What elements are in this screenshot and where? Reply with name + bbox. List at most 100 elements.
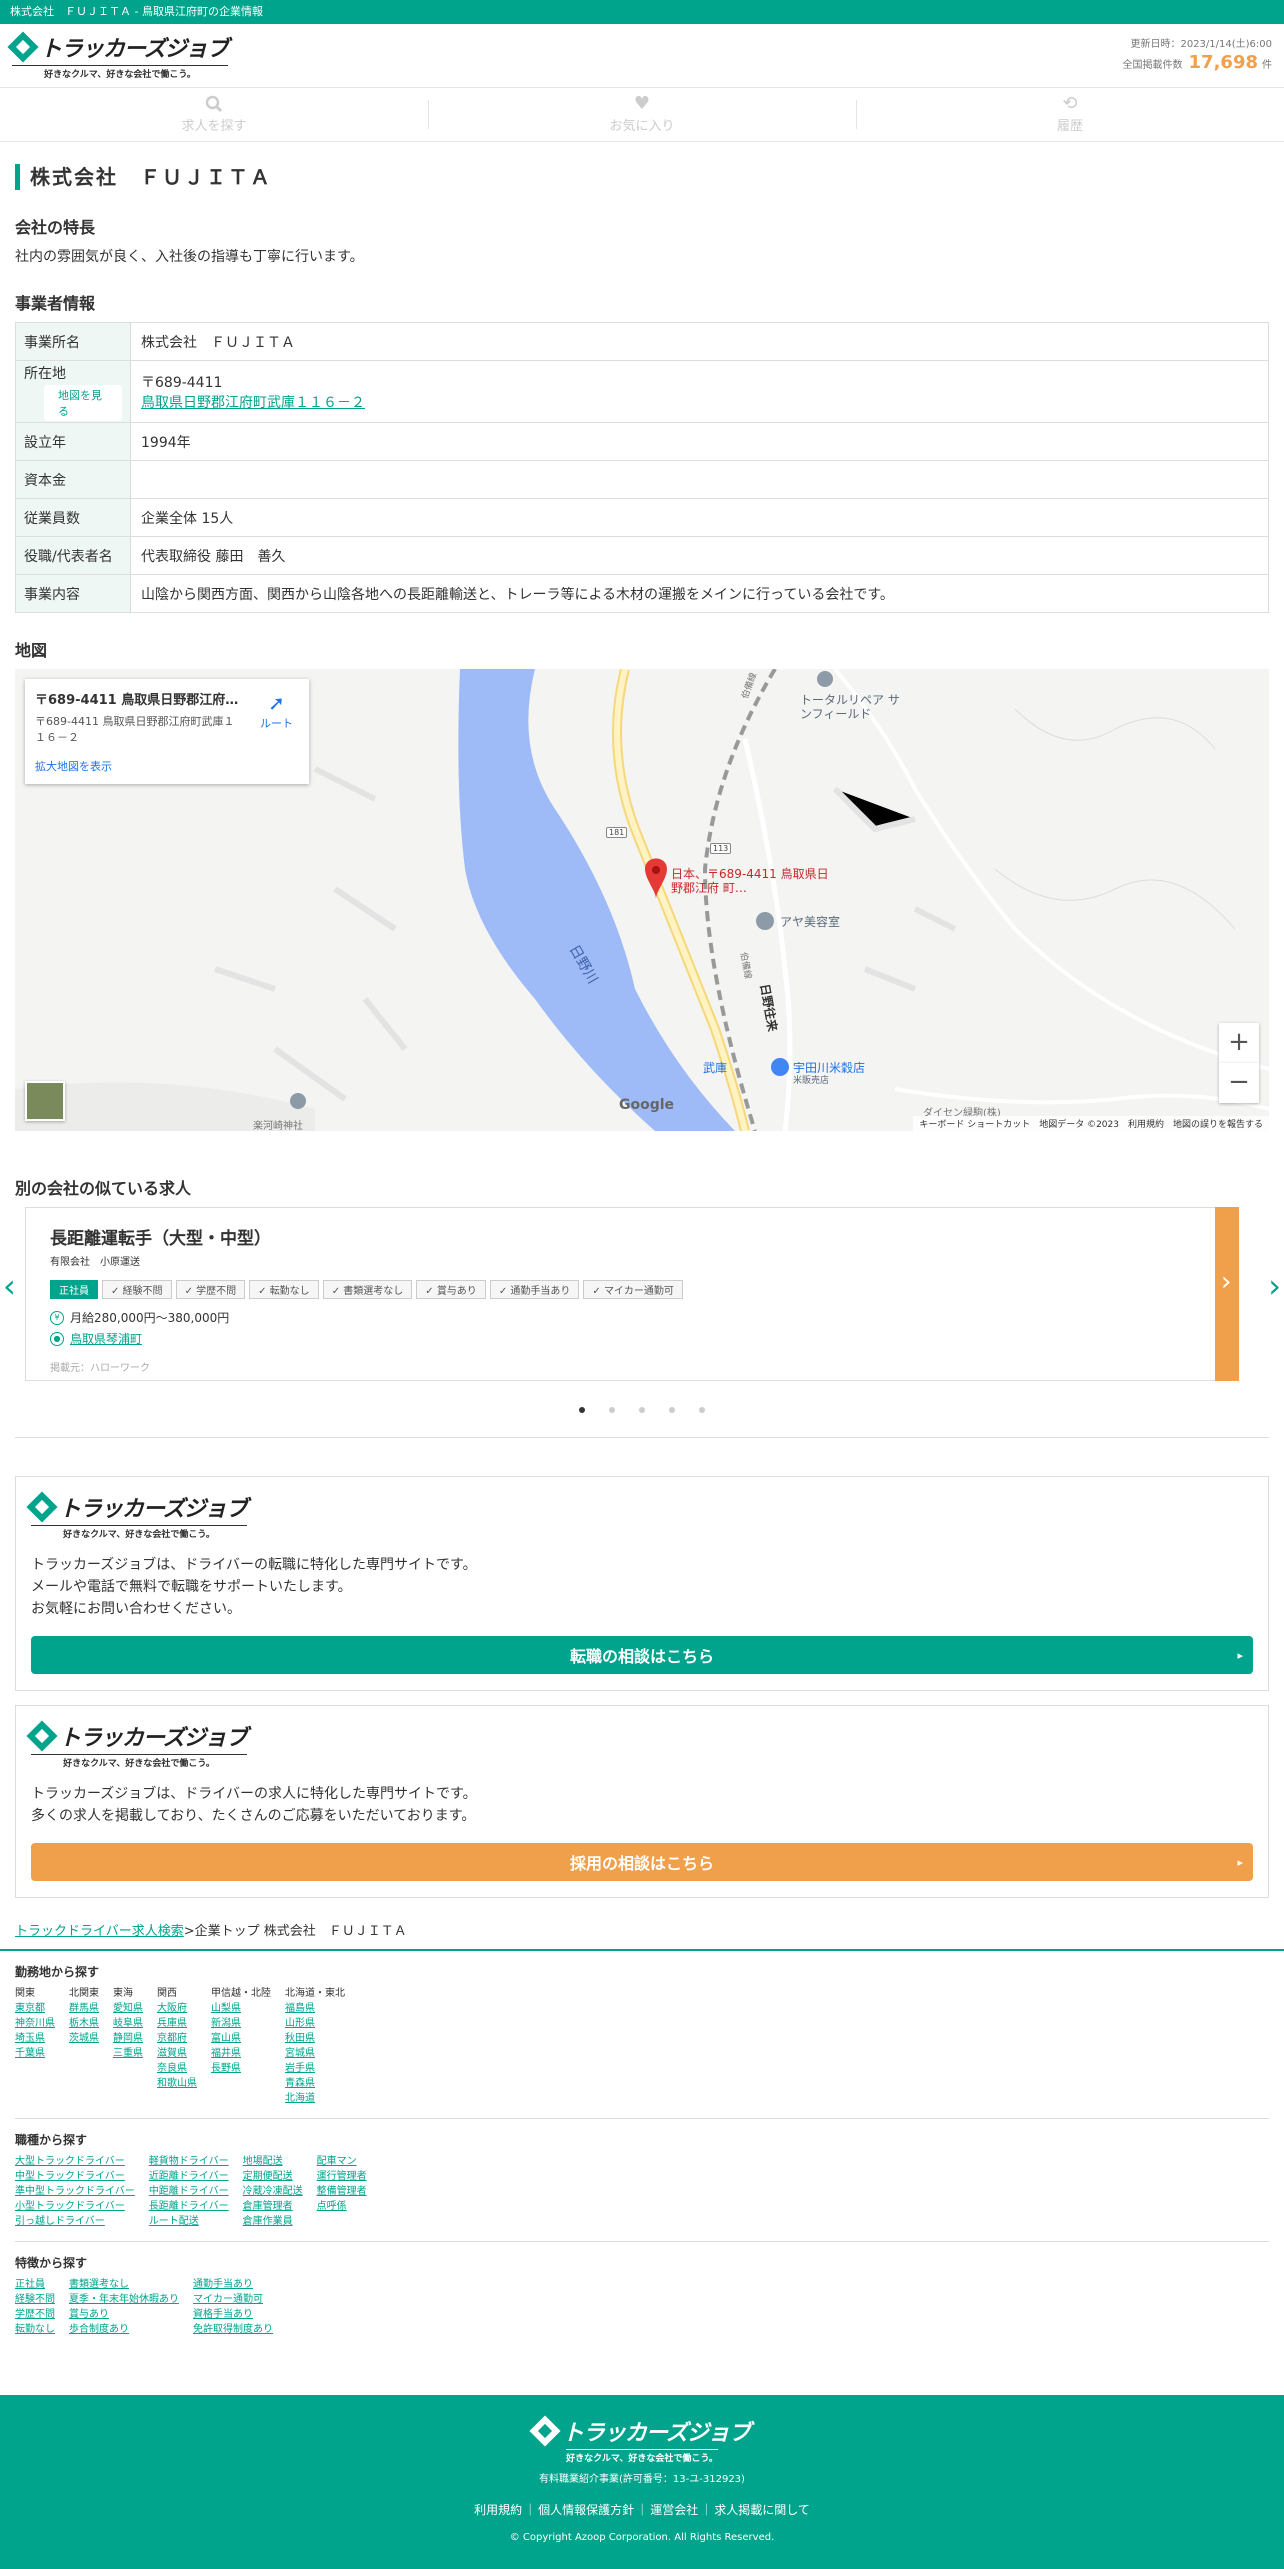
carousel-dot[interactable] (699, 1407, 705, 1413)
breadcrumb-home-link[interactable]: トラックドライバー求人検索 (15, 1924, 184, 1939)
search-link[interactable]: 奈良県 (157, 2061, 197, 2076)
card-next-button[interactable] (1215, 1207, 1239, 1381)
search-link[interactable]: 山梨県 (211, 2001, 271, 2016)
search-link[interactable]: 小型トラックドライバー (15, 2199, 135, 2214)
enlarge-map-link[interactable]: 拡大地図を表示 (35, 758, 299, 774)
search-link[interactable]: 運行管理者 (317, 2169, 367, 2184)
zoom-in-button[interactable]: + (1219, 1023, 1259, 1063)
row-label-address: 所在地 地図を見る (15, 360, 131, 423)
site-logo[interactable]: トラッカーズジョブ 好きなクルマ、好きな会社で働こう。 (7, 31, 229, 80)
search-link[interactable]: 秋田県 (285, 2031, 345, 2046)
search-link[interactable]: 山形県 (285, 2016, 345, 2031)
search-link[interactable]: 岩手県 (285, 2061, 345, 2076)
carousel-dot[interactable] (639, 1407, 645, 1413)
search-link[interactable]: 経験不問 (15, 2292, 55, 2307)
search-link[interactable]: 学歴不問 (15, 2307, 55, 2322)
footer-link-privacy[interactable]: 個人情報保護方針 (522, 2503, 634, 2517)
search-link[interactable]: 資格手当あり (193, 2307, 273, 2322)
search-link[interactable]: 軽貨物ドライバー (149, 2154, 229, 2169)
tab-history[interactable]: ⟲ 履歴 (856, 88, 1284, 141)
search-link[interactable]: 点呼係 (317, 2199, 367, 2214)
logo-tagline: 好きなクルマ、好きな会社で働こう。 (12, 65, 228, 80)
search-link[interactable]: 兵庫県 (157, 2016, 197, 2031)
search-link[interactable]: 地場配送 (243, 2154, 303, 2169)
search-link[interactable]: 転勤なし (15, 2322, 55, 2337)
search-link[interactable]: 中型トラックドライバー (15, 2169, 135, 2184)
search-link[interactable]: 富山県 (211, 2031, 271, 2046)
search-link[interactable]: 茨城県 (69, 2031, 99, 2046)
carousel-dot[interactable] (669, 1407, 675, 1413)
search-link[interactable]: 福井県 (211, 2046, 271, 2061)
top-bar: 株式会社 ＦＵＪＩＴＡ - 鳥取県江府町の企業情報 (0, 0, 1284, 24)
search-link[interactable]: 配車マン (317, 2154, 367, 2169)
search-link[interactable]: 福島県 (285, 2001, 345, 2016)
google-map[interactable]: 日本、〒689-4411 鳥取県日野郡江府 町… トータルリペア サンフィールド… (15, 669, 1269, 1131)
search-link[interactable]: 栃木県 (69, 2016, 99, 2031)
carousel-dot[interactable] (579, 1407, 585, 1413)
carousel-next-arrow-icon[interactable]: › (1268, 1267, 1281, 1305)
search-link[interactable]: 神奈川県 (15, 2016, 55, 2031)
footer-link-company[interactable]: 運営会社 (634, 2503, 698, 2517)
search-link[interactable]: マイカー通勤可 (193, 2292, 273, 2307)
satellite-toggle[interactable] (25, 1081, 65, 1121)
search-link[interactable]: 倉庫作業員 (243, 2214, 303, 2229)
zoom-out-button[interactable]: − (1219, 1063, 1259, 1103)
carousel-dot[interactable] (609, 1407, 615, 1413)
search-link[interactable]: 岐阜県 (113, 2016, 143, 2031)
career-consult-button[interactable]: 転職の相談はこちら (31, 1636, 1253, 1674)
tab-favorites[interactable]: ♥ お気に入り (428, 88, 856, 141)
footer-logo[interactable]: トラッカーズジョブ 好きなクルマ、好きな会社で働こう。 (529, 2415, 751, 2464)
search-link[interactable]: 青森県 (285, 2076, 345, 2091)
route-button[interactable]: ➚ ルート (260, 691, 293, 731)
search-link[interactable]: 近距離ドライバー (149, 2169, 229, 2184)
search-link[interactable]: 滋賀県 (157, 2046, 197, 2061)
search-link[interactable]: 愛知県 (113, 2001, 143, 2016)
search-link[interactable]: 北海道 (285, 2091, 345, 2106)
search-link[interactable]: 準中型トラックドライバー (15, 2184, 135, 2199)
hiring-consult-button[interactable]: 採用の相談はこちら (31, 1843, 1253, 1881)
search-link[interactable]: 埼玉県 (15, 2031, 55, 2046)
search-link[interactable]: 整備管理者 (317, 2184, 367, 2199)
search-link[interactable]: 宮城県 (285, 2046, 345, 2061)
search-link[interactable]: 長野県 (211, 2061, 271, 2076)
map-attribution[interactable]: キーボード ショートカット 地図データ ©2023 利用規約 地図の誤りを報告す… (913, 1116, 1269, 1131)
search-link[interactable]: 新潟県 (211, 2016, 271, 2031)
search-link[interactable]: 通勤手当あり (193, 2277, 273, 2292)
employees: 企業全体 15人 (130, 498, 1269, 537)
search-link[interactable]: 群馬県 (69, 2001, 99, 2016)
search-link[interactable]: 三重県 (113, 2046, 143, 2061)
search-link[interactable]: 歩合制度あり (69, 2322, 179, 2337)
search-link[interactable]: 静岡県 (113, 2031, 143, 2046)
search-link[interactable]: 中距離ドライバー (149, 2184, 229, 2199)
search-link[interactable]: 引っ越しドライバー (15, 2214, 135, 2229)
location-icon: ● (50, 1331, 64, 1346)
search-link[interactable]: 正社員 (15, 2277, 55, 2292)
search-link[interactable]: 大型トラックドライバー (15, 2154, 135, 2169)
search-link[interactable]: 賞与あり (69, 2307, 179, 2322)
footer-link-listing[interactable]: 求人掲載に関して (698, 2503, 810, 2517)
search-link[interactable]: 千葉県 (15, 2046, 55, 2061)
footer-links: 利用規約個人情報保護方針運営会社求人掲載に関して (0, 2501, 1284, 2518)
search-link[interactable]: ルート配送 (149, 2214, 229, 2229)
promo-text: トラッカーズジョブは、ドライバーの求人に特化した専門サイトです。 多くの求人を掲… (31, 1783, 1253, 1827)
job-card[interactable]: 長距離運転手（大型・中型） 有限会社 小原運送 正社員 ✓ 経験不問 ✓ 学歴不… (25, 1207, 1239, 1381)
address-link[interactable]: 鳥取県日野郡江府町武庫１１６－２ (141, 395, 365, 411)
search-link[interactable]: 免許取得制度あり (193, 2322, 273, 2337)
footer-link-terms[interactable]: 利用規約 (474, 2503, 522, 2517)
column-heading: 北海道・東北 (285, 1988, 345, 1999)
view-map-button[interactable]: 地図を見る (44, 384, 122, 421)
search-link[interactable]: 和歌山県 (157, 2076, 197, 2091)
search-link[interactable]: 大阪府 (157, 2001, 197, 2016)
search-link[interactable]: 長距離ドライバー (149, 2199, 229, 2214)
search-link[interactable]: 書類選考なし (69, 2277, 179, 2292)
search-link[interactable]: 東京都 (15, 2001, 55, 2016)
job-location-link[interactable]: 鳥取県琴浦町 (70, 1330, 142, 1347)
search-link[interactable]: 夏季・年末年始休暇あり (69, 2292, 179, 2307)
search-link[interactable]: 冷蔵冷凍配送 (243, 2184, 303, 2199)
carousel-prev-arrow-icon[interactable]: ‹ (3, 1267, 16, 1305)
search-link[interactable]: 京都府 (157, 2031, 197, 2046)
search-link[interactable]: 定期便配送 (243, 2169, 303, 2184)
tab-search[interactable]: 求人を探す (0, 88, 428, 141)
search-link[interactable]: 倉庫管理者 (243, 2199, 303, 2214)
table-row: 設立年 1994年 (15, 422, 1269, 461)
